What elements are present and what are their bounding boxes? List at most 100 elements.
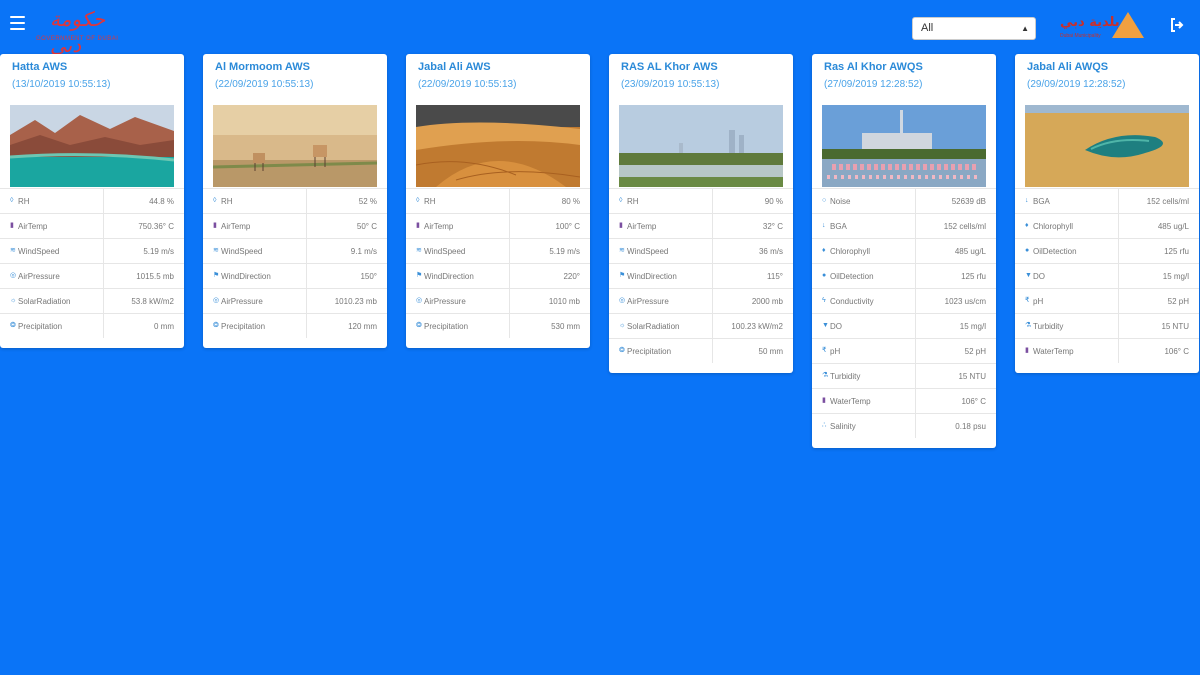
sensor-label-cell: ◎ AirPressure [0,264,104,288]
sensor-label-cell: ≋ WindSpeed [609,239,713,263]
sensor-value: 90 % [764,196,783,206]
sensor-value: 1015.5 mb [136,271,174,281]
sensor-label-cell: ☼ SolarRadiation [609,314,713,338]
sensor-label: Turbidity [1033,321,1064,331]
sensor-label: WaterTemp [830,396,871,406]
ph-icon: ₹ [1025,297,1030,304]
sensor-label-cell: ♦ Chlorophyll [1015,214,1119,238]
sensor-label-cell: ◊ RH [0,189,104,213]
sensor-label-cell: ▮ AirTemp [0,214,104,238]
station-title[interactable]: Jabal Ali AWQS [1015,54,1199,74]
station-filter-select[interactable]: All ▲ [912,17,1036,40]
humidity-icon: ◊ [213,197,217,204]
do-icon: ▼ [822,322,829,329]
sensor-label: WindDirection [424,271,474,281]
sensor-value: 44.8 % [149,196,174,206]
station-photo [10,105,174,187]
station-photo [416,105,580,187]
sensor-label-cell: ∴ Salinity [812,414,916,438]
sensor-value: 53.8 kW/m2 [131,296,174,306]
drop-icon: ● [822,272,827,279]
sensor-label: WindSpeed [424,246,466,256]
sensor-value: 2000 mb [751,296,783,306]
sensor-label: SolarRadiation [627,321,680,331]
sensor-label: RH [627,196,639,206]
sensor-value: 50 mm [758,346,783,356]
sensor-value: 15 NTU [958,371,986,381]
sun-icon: ☼ [619,322,626,329]
station-title[interactable]: Jabal Ali AWS [406,54,590,74]
arrow-down-icon: ↓ [1025,197,1029,204]
station-timestamp: (22/09/2019 10:55:13) [215,79,314,90]
sensor-label: WindDirection [627,271,677,281]
station-card[interactable]: Jabal Ali AWS (22/09/2019 10:55:13) ◊ RH 80… [406,54,590,348]
sensor-label-cell: ◊ RH [609,189,713,213]
rain-icon: ❂ [619,347,625,354]
sensor-row: ▮ WaterTemp 106° C [812,388,996,413]
hamburger-menu-icon[interactable] [10,16,25,30]
sensor-value: 15 NTU [1161,321,1189,331]
sensor-value: 485 ug/L [954,246,986,256]
sensor-label: AirTemp [18,221,48,231]
sensor-label: DO [1033,271,1045,281]
sensor-label-cell: ❂ Precipitation [406,314,510,338]
logout-icon[interactable] [1170,18,1184,32]
sensor-label-cell: ≋ WindSpeed [203,239,307,263]
sensor-row: ◎ AirPressure 1010.23 mb [203,288,387,313]
sensor-row: ≋ WindSpeed 36 m/s [609,238,793,263]
salt-icon: ∴ [822,422,827,429]
sensor-label-cell: ☼ SolarRadiation [0,289,104,313]
station-title[interactable]: Al Mormoom AWS [203,54,387,74]
station-title[interactable]: Ras Al Khor AWQS [812,54,996,74]
do-icon: ▼ [1025,272,1032,279]
thermometer-icon: ▮ [10,222,14,229]
sensor-row: ▼ DO 15 mg/l [812,313,996,338]
sensor-value: 5.19 m/s [143,246,174,256]
sensor-label: AirPressure [221,296,263,306]
sensor-label: WindSpeed [627,246,669,256]
sensor-row: ▮ AirTemp 32° C [609,213,793,238]
station-card[interactable]: Hatta AWS (13/10/2019 10:55:13) ◊ RH 44.8 %… [0,54,184,348]
sensor-row: ☼ SolarRadiation 100.23 kW/m2 [609,313,793,338]
station-card[interactable]: Ras Al Khor AWQS (27/09/2019 12:28:52) ○ N… [812,54,996,448]
sensor-value: 530 mm [551,321,580,331]
sensor-label: BGA [1033,196,1050,206]
sensor-row: ❂ Precipitation 50 mm [609,338,793,363]
station-card[interactable]: RAS AL Khor AWS (23/09/2019 10:55:13) ◊ RH… [609,54,793,373]
flask-icon: ⚗ [1025,322,1032,329]
humidity-icon: ◊ [416,197,420,204]
sensor-label-cell: ▼ DO [812,314,916,338]
sensor-value: 52639 dB [951,196,986,206]
station-title[interactable]: Hatta AWS [0,54,184,74]
sensor-value: 5.19 m/s [549,246,580,256]
sensor-row: ♦ Chlorophyll 485 ug/L [812,238,996,263]
station-card[interactable]: Al Mormoom AWS (22/09/2019 10:55:13) ◊ RH 5… [203,54,387,348]
select-caret-icon: ▲ [1021,24,1029,33]
sensor-row: ☼ SolarRadiation 53.8 kW/m2 [0,288,184,313]
sensor-label-cell: ▮ AirTemp [406,214,510,238]
sensor-label-cell: ▮ WaterTemp [1015,339,1119,363]
sensor-value: 0 mm [154,321,174,331]
sensor-row: ● OilDetection 125 rfu [1015,238,1199,263]
sensor-row: ❂ Precipitation 0 mm [0,313,184,338]
sensor-row: ⚗ Turbidity 15 NTU [1015,313,1199,338]
sensor-row: ⚑ WindDirection 115° [609,263,793,288]
station-card[interactable]: Jabal Ali AWQS (29/09/2019 12:28:52) ↓ BGA… [1015,54,1199,373]
sensor-row: ❂ Precipitation 530 mm [406,313,590,338]
sensor-label: Precipitation [627,346,672,356]
ph-icon: ₹ [822,347,827,354]
station-title[interactable]: RAS AL Khor AWS [609,54,793,74]
sensor-value: 106° C [1164,346,1189,356]
flask-icon: ⚗ [822,372,829,379]
sensor-value: 106° C [961,396,986,406]
sensor-row: ▮ AirTemp 50° C [203,213,387,238]
rain-icon: ❂ [213,322,219,329]
sensor-row: ◊ RH 90 % [609,188,793,213]
station-timestamp: (27/09/2019 12:28:52) [824,79,923,90]
sensor-row: ◎ AirPressure 1010 mb [406,288,590,313]
noise-icon: ○ [822,197,827,204]
drops-icon: ♦ [1025,222,1029,229]
station-photo [619,105,783,187]
humidity-icon: ◊ [619,197,623,204]
bolt-icon: ϟ [822,297,826,304]
